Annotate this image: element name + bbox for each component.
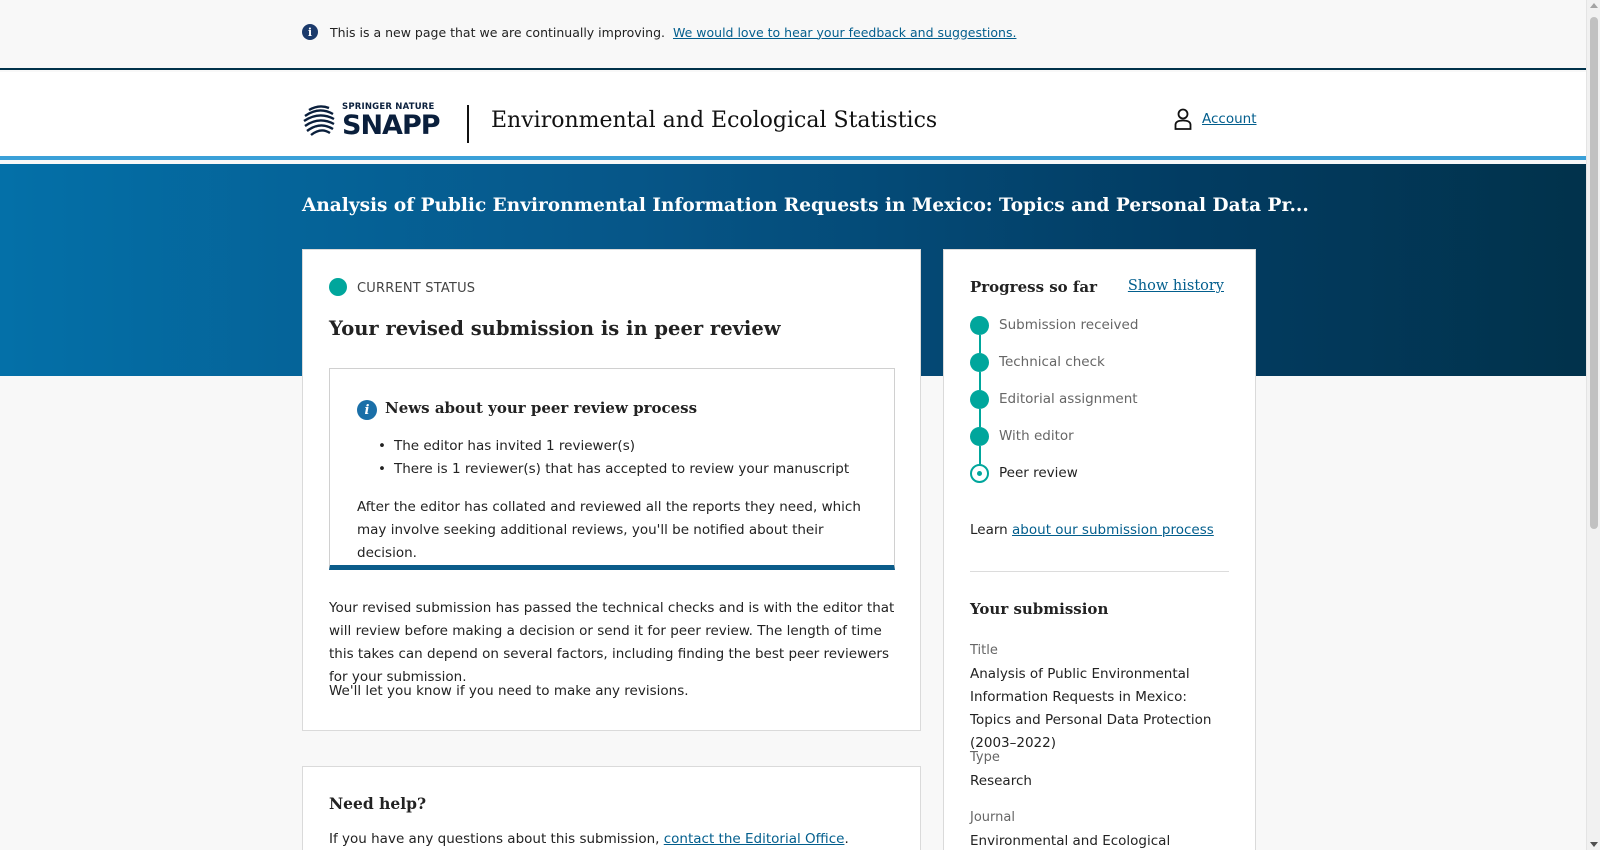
feedback-content: i This is a new page that we are continu… [302,24,1016,40]
step-connector [979,446,981,464]
step-connector [979,372,981,390]
step-complete-icon [970,316,989,335]
current-status-label: CURRENT STATUS [357,281,476,296]
progress-title: Progress so far [970,278,1097,296]
scrollbar-thumb[interactable] [1590,17,1598,529]
help-text-prefix: If you have any questions about this sub… [329,831,664,847]
step-editorial-assignment: Editorial assignment [970,390,1138,427]
step-label: Submission received [999,317,1139,333]
info-icon: i [357,400,377,420]
list-item: The editor has invited 1 reviewer(s) [392,435,849,458]
journal-label: Journal [970,810,1015,825]
submission-process-link[interactable]: about our submission process [1012,522,1214,538]
step-connector [979,409,981,427]
progress-sidebar: Progress so far Show history Submission … [943,249,1256,850]
need-help-card: Need help? If you have any questions abo… [302,766,921,850]
step-connector [979,335,981,353]
sidebar-divider [970,571,1229,572]
news-paragraph: After the editor has collated and review… [357,499,861,561]
header-divider [467,105,469,143]
learn-prefix: Learn [970,522,1013,538]
feedback-banner: i This is a new page that we are continu… [0,0,1586,70]
step-complete-icon [970,390,989,409]
step-current-icon [970,464,989,483]
your-submission-heading: Your submission [970,600,1109,618]
step-label: With editor [999,428,1074,444]
step-submission-received: Submission received [970,316,1138,353]
site-header: SPRINGER NATURE SNAPP Environmental and … [0,72,1586,160]
springer-nature-logo-icon [303,105,335,136]
user-icon [1174,108,1192,130]
step-technical-check: Technical check [970,353,1138,390]
step-label: Editorial assignment [999,391,1138,407]
step-with-editor: With editor [970,427,1138,464]
account-menu[interactable]: Account [1174,108,1257,130]
current-status-card: CURRENT STATUS Your revised submission i… [302,249,921,731]
info-icon: i [302,24,318,40]
need-help-text: If you have any questions about this sub… [329,831,849,847]
learn-submission-process: Learn about our submission process [970,522,1214,538]
show-history-link[interactable]: Show history [1128,278,1224,294]
scroll-up-icon[interactable] [1590,3,1598,8]
title-value: Analysis of Public Environmental Informa… [970,666,1212,751]
submission-title-heading: Analysis of Public Environmental Informa… [302,195,1309,216]
status-dot-icon [329,277,347,296]
logo-text: SPRINGER NATURE SNAPP [342,103,441,142]
step-complete-icon [970,427,989,446]
status-heading: Your revised submission is in peer revie… [329,317,781,340]
help-text-suffix: . [844,831,849,847]
type-value: Research [970,773,1032,789]
contact-editorial-office-link[interactable]: contact the Editorial Office [664,831,845,847]
journal-title: Environmental and Ecological Statistics [491,108,938,133]
step-complete-icon [970,353,989,372]
journal-value: Environmental and Ecological Statistics [970,833,1171,849]
logo-main-text: SNAPP [342,110,441,142]
news-title: News about your peer review process [385,399,698,417]
status-row: CURRENT STATUS [329,277,475,296]
status-description: Your revised submission has passed the t… [329,600,895,685]
news-list: The editor has invited 1 reviewer(s) The… [392,435,849,481]
snapp-logo[interactable]: SPRINGER NATURE SNAPP [302,102,441,142]
step-label: Technical check [999,354,1105,370]
progress-steps: Submission received Technical check Edit… [970,316,1138,501]
title-label: Title [970,643,998,658]
step-label: Peer review [999,465,1078,481]
list-item: There is 1 reviewer(s) that has accepted… [392,458,849,481]
feedback-message: This is a new page that we are continual… [330,24,665,40]
page-scrollbar[interactable] [1586,0,1600,850]
need-help-title: Need help? [329,794,427,813]
scroll-down-icon[interactable] [1590,842,1598,847]
revisions-note: We'll let you know if you need to make a… [329,683,689,699]
feedback-link[interactable]: We would love to hear your feedback and … [673,25,1016,40]
account-link[interactable]: Account [1202,111,1257,127]
type-label: Type [970,750,1000,765]
step-peer-review: Peer review [970,464,1138,501]
peer-review-news-box: i News about your peer review process Th… [329,368,895,570]
